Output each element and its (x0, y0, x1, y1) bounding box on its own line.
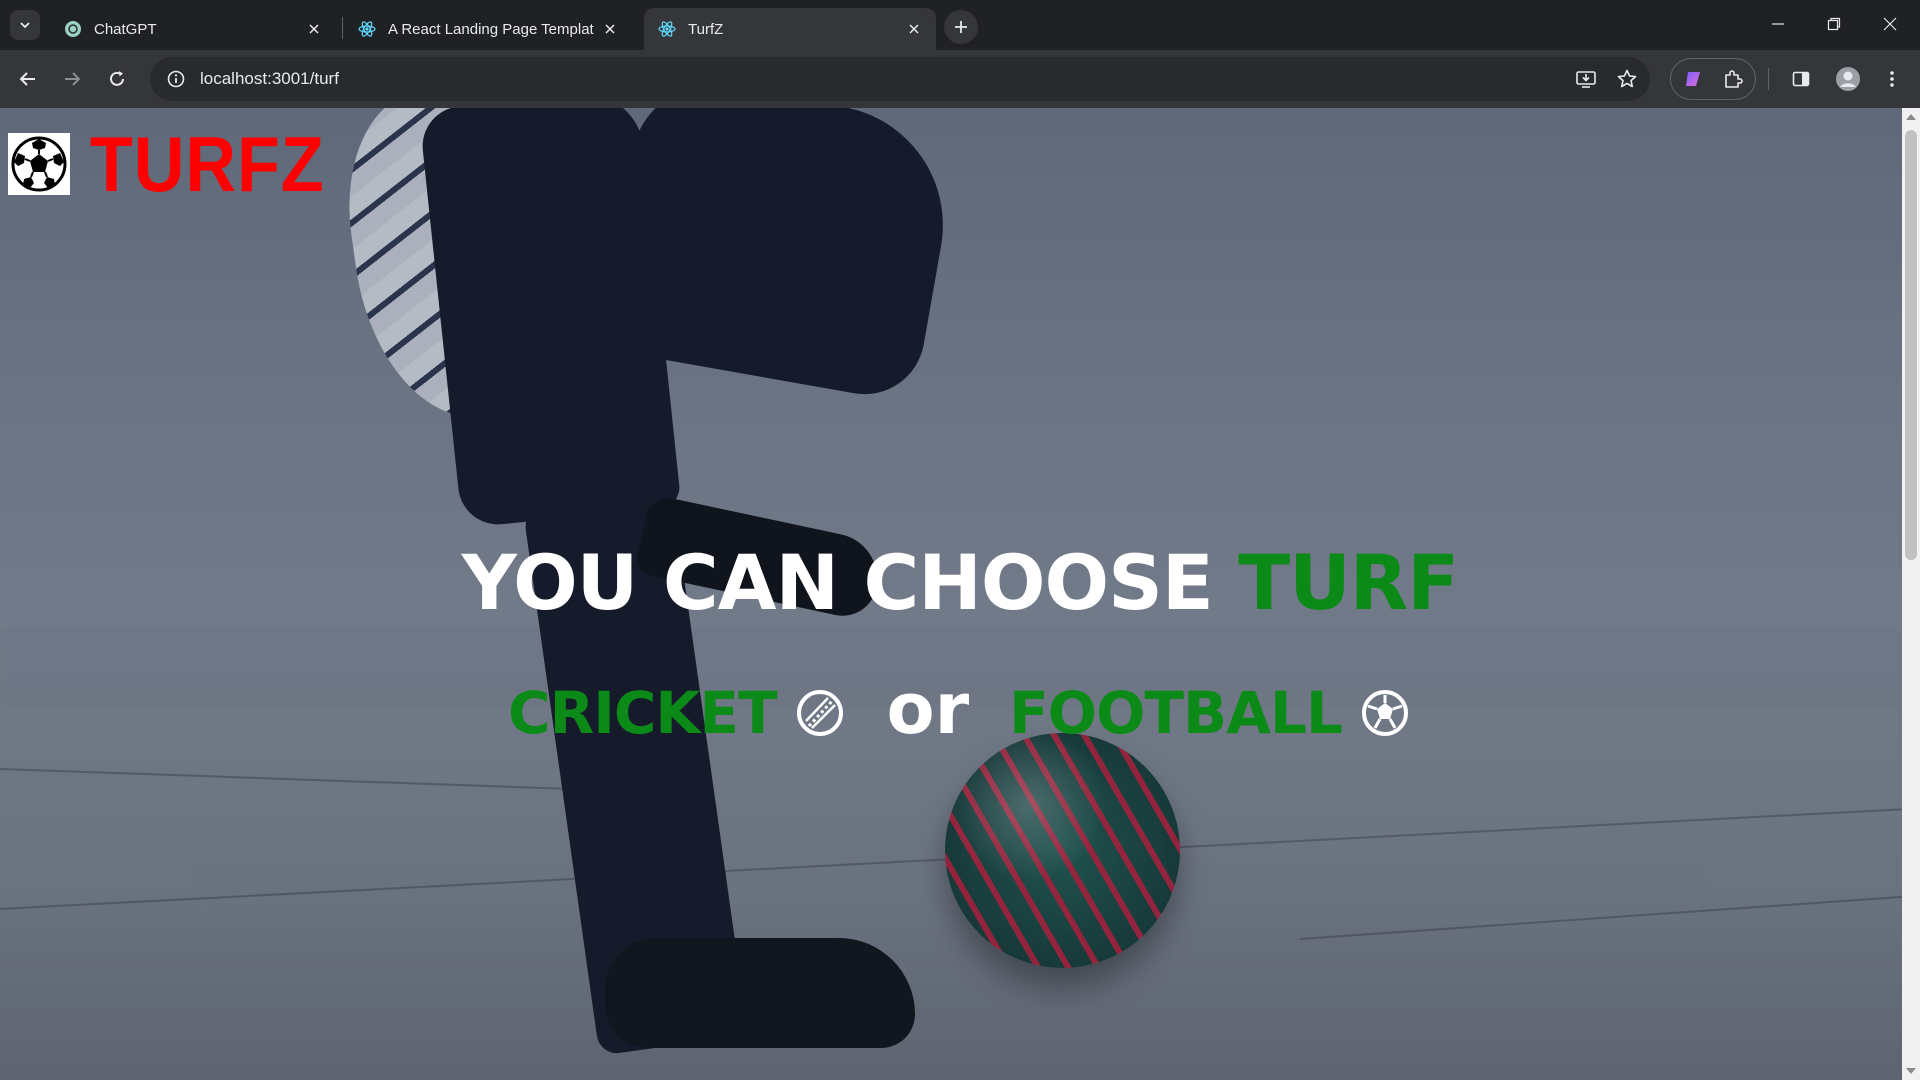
reload-icon (110, 71, 124, 86)
page-scrollbar[interactable] (1902, 108, 1920, 1080)
close-icon[interactable] (600, 19, 620, 39)
chevron-down-icon (20, 22, 30, 29)
tab-title: ChatGPT (94, 20, 157, 38)
logo-text: TURFZ (90, 120, 325, 208)
reload-button[interactable] (101, 63, 133, 95)
hero-title-main: YOU CAN CHOOSE (461, 538, 1214, 627)
minimize-icon (1772, 23, 1784, 25)
back-button[interactable] (12, 63, 44, 95)
scrollbar-thumb[interactable] (1905, 130, 1917, 560)
arrow-right-icon (65, 72, 81, 86)
restore-button[interactable] (1806, 0, 1862, 48)
chatgpt-icon (64, 20, 82, 38)
plus-icon (955, 21, 967, 33)
scroll-up-arrow-icon[interactable] (1906, 114, 1916, 120)
tab-react-landing[interactable]: A React Landing Page Templat (344, 8, 632, 50)
arrow-left-icon (19, 72, 35, 86)
close-icon[interactable] (904, 19, 924, 39)
browser-toolbar: localhost:3001/turf (0, 50, 1920, 108)
kebab-menu-icon (1890, 71, 1894, 87)
tab-divider (342, 17, 343, 39)
cricket-choice[interactable]: CRICKET (508, 679, 847, 747)
close-icon (1883, 17, 1897, 31)
extensions-group (1670, 58, 1756, 100)
close-window-button[interactable] (1862, 0, 1918, 48)
extension-gradient-icon[interactable] (1678, 63, 1710, 95)
hero-title-accent: TURF (1238, 538, 1459, 627)
page-viewport: TURFZ YOU CAN CHOOSE TURF CRICKET or FOO… (0, 108, 1920, 1080)
tab-search-button[interactable] (10, 10, 40, 40)
tab-strip: ChatGPT A React Landing Page Templat Tur… (0, 0, 1920, 50)
sport-choices: CRICKET or FOOTBALL (0, 668, 1920, 750)
hero-title: YOU CAN CHOOSE TURF (0, 538, 1920, 627)
football-choice[interactable]: FOOTBALL (1009, 679, 1412, 747)
cricket-label: CRICKET (508, 679, 777, 747)
install-app-icon[interactable] (1570, 63, 1602, 95)
address-bar[interactable]: localhost:3001/turf (150, 57, 1650, 101)
restore-icon (1827, 17, 1841, 31)
profile-avatar[interactable] (1832, 63, 1864, 95)
scroll-down-arrow-icon[interactable] (1906, 1068, 1916, 1074)
football-label: FOOTBALL (1009, 679, 1343, 747)
cricket-ball-icon (793, 686, 847, 740)
site-logo[interactable]: TURFZ (8, 125, 351, 203)
tab-chatgpt[interactable]: ChatGPT (50, 8, 336, 50)
puzzle-icon[interactable] (1717, 63, 1749, 95)
toolbar-divider (1768, 68, 1769, 90)
react-icon (658, 20, 676, 38)
tab-turfz[interactable]: TurfZ (644, 8, 936, 50)
soccer-ball-icon (1358, 686, 1412, 740)
side-panel-icon (1792, 71, 1810, 87)
site-info-icon[interactable] (154, 57, 198, 101)
side-panel-button[interactable] (1785, 63, 1817, 95)
soccer-ball-icon (8, 133, 70, 195)
tab-title: TurfZ (688, 20, 724, 38)
avatar-icon (1836, 67, 1860, 91)
new-tab-button[interactable] (944, 10, 978, 44)
minimize-button[interactable] (1750, 0, 1806, 48)
or-text: or (886, 668, 970, 750)
forward-button[interactable] (56, 63, 88, 95)
tab-title: A React Landing Page Templat (388, 20, 594, 38)
bookmark-star-icon[interactable] (1611, 63, 1643, 95)
url-text[interactable]: localhost:3001/turf (200, 69, 339, 89)
close-icon[interactable] (304, 19, 324, 39)
menu-button[interactable] (1876, 63, 1908, 95)
react-icon (358, 20, 376, 38)
